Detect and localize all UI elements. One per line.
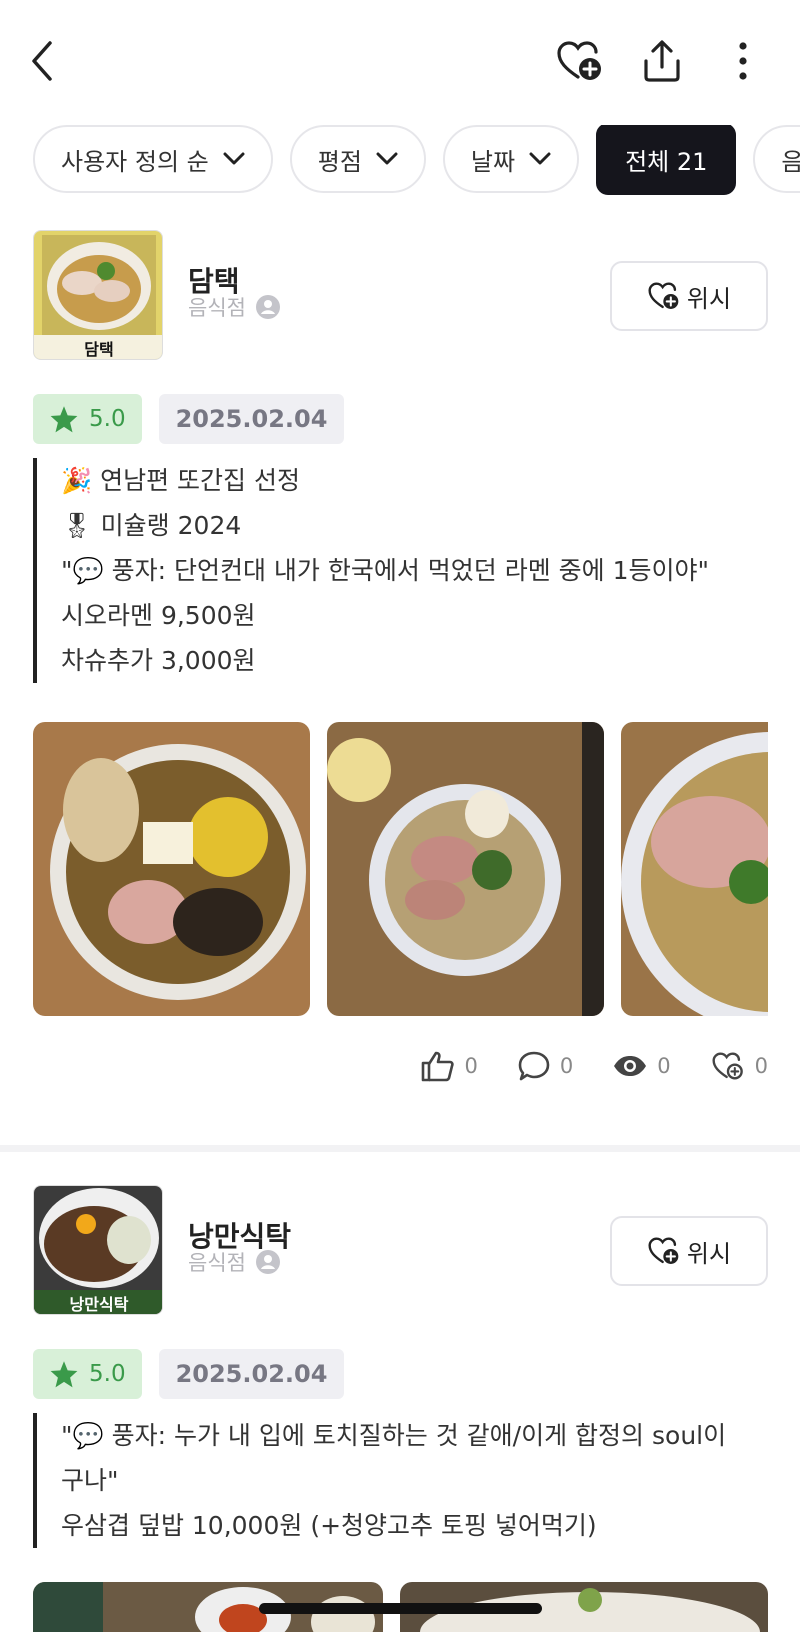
sort-filter-chip[interactable]: 사용자 정의 순: [33, 125, 273, 193]
chevron-down-icon: [529, 152, 551, 165]
memo-line: 구나": [61, 1466, 119, 1495]
date-filter-chip[interactable]: 날짜: [442, 125, 580, 193]
thumbnail-label: 낭만식탁: [70, 1295, 129, 1314]
more-vertical-icon: [739, 42, 747, 80]
wish-button[interactable]: 위시: [610, 1216, 768, 1286]
date-filter-label: 날짜: [470, 147, 516, 176]
share-button[interactable]: [637, 36, 687, 86]
wish-stat[interactable]: 0: [711, 1051, 768, 1081]
rating-filter-chip[interactable]: 평점: [289, 125, 426, 193]
like-count: 0: [464, 1054, 478, 1078]
add-to-wishlist-button[interactable]: [555, 36, 605, 86]
memo-line: 차슈추가 3,000원: [61, 646, 256, 675]
like-stat[interactable]: 0: [421, 1050, 478, 1082]
wish-button-label: 위시: [686, 284, 732, 313]
rating-value: 5.0: [89, 406, 126, 432]
category-filter-label: 음: [781, 147, 800, 176]
food-photo[interactable]: [327, 722, 604, 1016]
thumbs-up-icon: [421, 1051, 454, 1082]
rating-badge: 5.0: [33, 1349, 142, 1399]
memo-line: 🎖 미슐랭 2024: [61, 511, 242, 540]
chevron-down-icon: [223, 152, 245, 165]
category-filter-chip[interactable]: 음: [753, 125, 800, 193]
badge-row: 5.0 2025.02.04: [33, 1349, 345, 1399]
food-photo[interactable]: [621, 722, 768, 1016]
heart-plus-icon: [648, 1237, 679, 1264]
memo-line: "💬 풍자: 누가 내 입에 토치질하는 것 같애/이게 합정의 soul이: [61, 1421, 727, 1450]
home-indicator[interactable]: [259, 1603, 542, 1614]
rating-badge: 5.0: [33, 394, 142, 444]
eye-icon: [614, 1056, 647, 1076]
view-stat: 0: [613, 1054, 671, 1078]
date-badge: 2025.02.04: [158, 394, 345, 444]
star-icon: [50, 1361, 78, 1388]
sort-filter-label: 사용자 정의 순: [61, 147, 209, 176]
view-count: 0: [657, 1054, 671, 1078]
food-photo[interactable]: [33, 722, 310, 1016]
top-bar: [0, 0, 800, 125]
chevron-down-icon: [376, 152, 398, 165]
heart-plus-icon: [712, 1052, 743, 1080]
chevron-left-icon: [32, 41, 52, 81]
place-thumbnail: 담택: [33, 230, 163, 360]
wish-button[interactable]: 위시: [610, 261, 768, 331]
memo-line: 시오라멘 9,500원: [61, 601, 256, 630]
photo-carousel[interactable]: [33, 722, 768, 1016]
heart-plus-icon: [557, 41, 601, 80]
rating-filter-label: 평점: [317, 147, 362, 176]
rating-value: 5.0: [89, 1361, 126, 1387]
place-category: 음식점: [188, 1247, 280, 1277]
memo-block: 🎉 연남편 또간집 선정 🎖 미슐랭 2024 "💬 풍자: 단언컨대 내가 한…: [33, 458, 709, 683]
section-divider: [0, 1145, 800, 1152]
wish-count: 0: [754, 1054, 768, 1078]
heart-plus-icon: [648, 282, 679, 309]
filter-chip-bar: 사용자 정의 순 평점 날짜 전체 21 음: [33, 125, 800, 197]
place-category: 음식점: [188, 292, 280, 322]
engagement-stats: 0 0 0 0: [421, 1050, 768, 1082]
place-thumbnail: 낭만식탁: [33, 1185, 163, 1315]
wish-button-label: 위시: [686, 1239, 732, 1268]
thumbnail-label: 담택: [84, 340, 113, 359]
comment-stat[interactable]: 0: [518, 1050, 573, 1082]
comment-count: 0: [559, 1054, 574, 1078]
badge-row: 5.0 2025.02.04: [33, 394, 345, 444]
place-category-label: 음식점: [188, 296, 246, 320]
memo-line: "💬 풍자: 단언컨대 내가 한국에서 먹었던 라멘 중에 1등이야": [61, 556, 710, 585]
back-button[interactable]: [18, 36, 68, 86]
all-filter-label: 전체 21: [625, 147, 708, 176]
user-icon: [255, 295, 280, 319]
memo-block: "💬 풍자: 누가 내 입에 토치질하는 것 같애/이게 합정의 soul이 구…: [33, 1413, 726, 1548]
user-icon: [255, 1250, 280, 1274]
comment-icon: [518, 1051, 550, 1081]
place-card[interactable]: 담택 담택 음식점 위시 5.0 2025.02.04 🎉 연남편 또간집 선정…: [33, 230, 768, 1130]
more-options-button[interactable]: [718, 36, 768, 86]
date-badge: 2025.02.04: [158, 1349, 345, 1399]
place-category-label: 음식점: [188, 1251, 246, 1275]
memo-line: 🎉 연남편 또간집 선정: [61, 466, 300, 495]
memo-line: 우삼겹 덮밥 10,000원 (+청양고추 토핑 넣어먹기): [61, 1511, 597, 1540]
share-icon: [644, 40, 680, 82]
star-icon: [50, 406, 78, 433]
place-card[interactable]: 낭만식탁 낭만식탁 음식점 위시 5.0 2025.02.04 "💬 풍자: 누…: [33, 1185, 768, 1632]
all-filter-chip[interactable]: 전체 21: [596, 125, 737, 195]
